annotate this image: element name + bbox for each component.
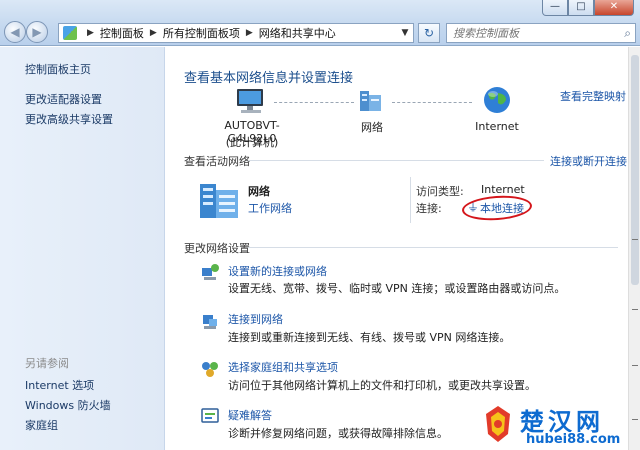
control-panel-icon [63,26,77,40]
scroll-mark [632,239,638,240]
connect-network-icon[interactable] [200,311,220,331]
see-also-heading: 另请参阅 [25,357,69,370]
troubleshoot-icon[interactable] [200,406,220,426]
breadcrumb-network-center[interactable]: 网络和共享中心 [259,25,336,41]
breadcrumb-all-items[interactable]: 所有控制面板项 [163,25,240,41]
network-icon [360,91,381,111]
sidebar-link-internet-options[interactable]: Internet 选项 [25,377,94,393]
connect-disconnect-link[interactable]: 连接或断开连接 [550,153,627,169]
breadcrumb-separator-icon[interactable]: ▶ [150,28,157,38]
refresh-button[interactable]: ↻ [418,23,440,43]
sidebar-link-home[interactable]: 控制面板主页 [25,61,91,77]
scrollbar-thumb[interactable] [631,55,639,285]
task-new-connection-link[interactable]: 设置新的连接或网络 [228,263,327,279]
breadcrumb-separator-icon[interactable]: ▶ [246,28,253,38]
maximize-button[interactable]: □ [568,0,594,16]
homegroup-icon[interactable] [200,359,220,379]
internet-label: Internet [475,120,519,133]
breadcrumb-separator-icon[interactable]: ▶ [87,28,94,38]
change-settings-heading: 更改网络设置 [184,242,250,255]
close-button[interactable]: ✕ [594,0,634,16]
task-new-connection-desc: 设置无线、宽带、拨号、临时或 VPN 连接；或设置路由器或访问点。 [228,282,566,295]
search-icon[interactable]: ⌕ [624,26,631,41]
address-bar[interactable]: ▶ 控制面板 ▶ 所有控制面板项 ▶ 网络和共享中心 ▼ [58,23,414,43]
main-panel: 查看基本网络信息并设置连接 查看完整映射 AUTOBVT-G4L92L0 (此计… [166,47,628,450]
minimize-button[interactable]: — [542,0,568,16]
arrow-left-icon: ◀ [10,25,20,39]
search-input[interactable] [453,26,613,40]
arrow-right-icon: ▶ [32,25,42,39]
active-network-name: 网络 [248,185,270,198]
breadcrumb-control-panel[interactable]: 控制面板 [100,25,144,41]
access-type-value: Internet [481,183,525,196]
access-type-label: 访问类型: [416,185,464,198]
view-full-map-link[interactable]: 查看完整映射 [560,88,626,104]
section-divider [248,247,618,248]
section-divider [248,160,544,161]
sidebar-link-homegroup[interactable]: 家庭组 [25,417,58,433]
task-troubleshoot-link[interactable]: 疑难解答 [228,407,272,423]
forward-button[interactable]: ▶ [26,21,48,43]
page-title: 查看基本网络信息并设置连接 [184,71,354,86]
site-watermark: 楚汉网 hubei88.com [476,402,640,450]
new-connection-icon[interactable] [200,262,220,282]
scroll-mark [632,309,638,310]
internet-node[interactable] [480,85,514,118]
sidebar-link-firewall[interactable]: Windows 防火墙 [25,397,111,413]
map-link-line [274,102,354,103]
task-homegroup-desc: 访问位于其他网络计算机上的文件和打印机，或更改共享设置。 [228,379,536,392]
globe-icon [484,87,510,113]
task-troubleshoot-desc: 诊断并修复网络问题，或获得故障排除信息。 [228,427,448,440]
refresh-icon: ↻ [423,26,435,40]
network-node[interactable] [356,87,386,118]
title-bar: — □ ✕ ◀ ▶ ▶ 控制面板 ▶ 所有控制面板项 ▶ 网络和共享中心 ▼ ↻… [0,0,640,46]
network-building-icon[interactable] [198,178,242,220]
watermark-url: hubei88.com [526,432,621,447]
chevron-down-icon[interactable]: ▼ [397,24,413,42]
active-networks-heading: 查看活动网络 [184,155,250,168]
sidebar-link-adapter-settings[interactable]: 更改适配器设置 [25,91,102,107]
sidebar: 控制面板主页 更改适配器设置 更改高级共享设置 另请参阅 Internet 选项… [0,47,165,450]
watermark-logo-icon [486,406,510,442]
computer-subtitle: (此计算机) [225,136,279,149]
vertical-scrollbar[interactable] [628,47,640,450]
window-controls: — □ ✕ [542,0,634,16]
network-label: 网络 [361,121,383,134]
computer-icon [237,89,263,113]
task-connect-network-desc: 连接到或重新连接到无线、有线、拨号或 VPN 网络连接。 [228,331,511,344]
sidebar-link-advanced-sharing[interactable]: 更改高级共享设置 [25,111,113,127]
task-connect-network-link[interactable]: 连接到网络 [228,311,283,327]
task-homegroup-link[interactable]: 选择家庭组和共享选项 [228,359,338,375]
vertical-divider [410,177,411,223]
map-link-line [392,102,472,103]
connection-label: 连接: [416,202,442,215]
search-box[interactable]: ⌕ [446,23,636,43]
scroll-mark [632,365,638,366]
back-button[interactable]: ◀ [4,21,26,43]
computer-node[interactable] [230,87,270,118]
network-type-link[interactable]: 工作网络 [248,200,292,216]
